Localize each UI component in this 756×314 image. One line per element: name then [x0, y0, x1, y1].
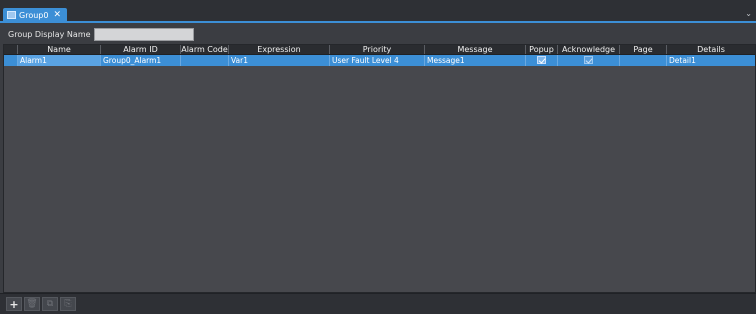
bottom-toolbar: + 🗑 ⧉ ⎘: [0, 293, 756, 314]
tab-bar: Group0 ✕ ⌄: [0, 6, 756, 23]
tab-group0[interactable]: Group0 ✕: [3, 8, 67, 22]
column-header-acknowledge[interactable]: Acknowledge: [558, 45, 620, 54]
cell-alarm-id[interactable]: Group0_Alarm1: [101, 55, 181, 66]
column-header-expression[interactable]: Expression: [229, 45, 330, 54]
column-header-name[interactable]: Name: [18, 45, 101, 54]
row-selector[interactable]: [4, 55, 18, 66]
add-alarm-button[interactable]: +: [6, 297, 22, 311]
cell-expression[interactable]: Var1: [229, 55, 330, 66]
table-row[interactable]: Alarm1 Group0_Alarm1 Var1 User Fault Lev…: [4, 55, 755, 66]
cell-alarm-code[interactable]: [181, 55, 229, 66]
close-icon[interactable]: ✕: [53, 10, 61, 20]
cell-message[interactable]: Message1: [425, 55, 526, 66]
cell-acknowledge[interactable]: [558, 55, 620, 66]
chevron-down-icon[interactable]: ⌄: [745, 9, 752, 18]
trash-icon: 🗑: [26, 299, 38, 309]
plus-icon: +: [9, 297, 19, 311]
popup-checkbox[interactable]: [537, 56, 546, 64]
acknowledge-checkbox[interactable]: [584, 56, 593, 64]
paste-icon: ⎘: [64, 299, 72, 309]
alarm-table: Name Alarm ID Alarm Code Expression Prio…: [3, 44, 756, 293]
group-display-name-row: Group Display Name: [0, 24, 756, 44]
table-header: Name Alarm ID Alarm Code Expression Prio…: [4, 45, 755, 55]
paste-alarm-button[interactable]: ⎘: [60, 297, 76, 311]
column-header-popup[interactable]: Popup: [526, 45, 558, 54]
copy-alarm-button[interactable]: ⧉: [42, 297, 58, 311]
cell-page[interactable]: [620, 55, 667, 66]
column-header-row-selector: [4, 45, 18, 54]
group-display-name-label: Group Display Name: [8, 29, 91, 39]
cell-popup[interactable]: [526, 55, 558, 66]
column-header-details[interactable]: Details: [667, 45, 755, 54]
tab-label: Group0: [19, 10, 49, 20]
delete-alarm-button[interactable]: 🗑: [24, 297, 40, 311]
cell-priority[interactable]: User Fault Level 4: [330, 55, 425, 66]
cell-details[interactable]: Detail1: [667, 55, 755, 66]
column-header-priority[interactable]: Priority: [330, 45, 425, 54]
alarm-group-icon: [7, 11, 16, 19]
cell-name[interactable]: Alarm1: [18, 55, 101, 66]
column-header-page[interactable]: Page: [620, 45, 667, 54]
column-header-alarm-id[interactable]: Alarm ID: [101, 45, 181, 54]
copy-icon: ⧉: [46, 299, 54, 309]
column-header-message[interactable]: Message: [425, 45, 526, 54]
group-display-name-input[interactable]: [93, 27, 194, 41]
column-header-alarm-code[interactable]: Alarm Code: [181, 45, 229, 54]
